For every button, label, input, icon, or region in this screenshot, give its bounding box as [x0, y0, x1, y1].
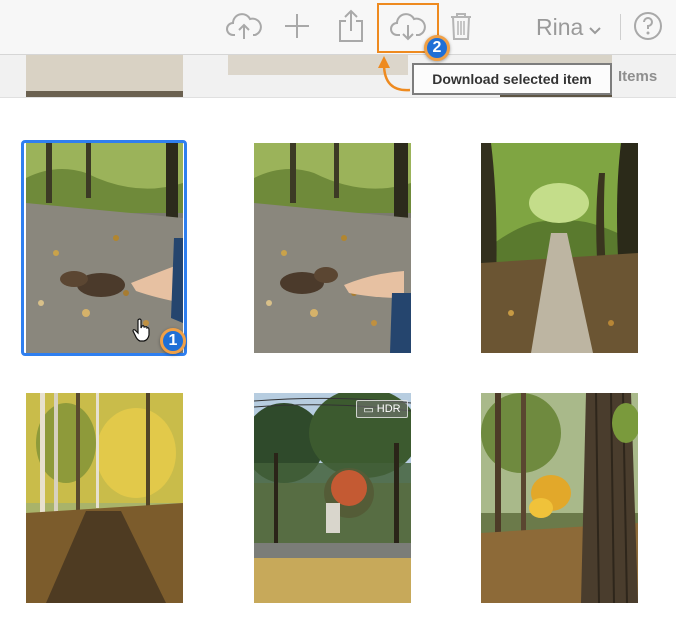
items-label: Items: [618, 68, 658, 85]
upload-cloud-icon[interactable]: [224, 6, 264, 46]
user-menu[interactable]: Rina: [536, 12, 602, 42]
step-1-badge: 1: [160, 328, 186, 354]
help-icon[interactable]: [628, 6, 668, 46]
hdr-badge: ▭ HDR: [356, 400, 408, 418]
selection-frame: [21, 140, 187, 356]
previous-row-photo-1: [26, 55, 183, 97]
share-icon[interactable]: [331, 6, 371, 46]
park-statue-photo[interactable]: [254, 393, 411, 603]
tooltip-text: Download selected item: [432, 71, 592, 87]
download-tooltip: Download selected item: [412, 63, 612, 95]
hdr-label: HDR: [376, 403, 401, 415]
step-2-badge: 2: [424, 35, 450, 61]
forest-path-photo[interactable]: [481, 143, 638, 353]
step-1-label: 1: [168, 332, 178, 349]
plus-icon[interactable]: [277, 6, 317, 46]
chevron-down-icon: [589, 14, 602, 41]
callout-arrow: [378, 56, 411, 92]
hand-cursor-icon: [132, 318, 150, 342]
squirrel-photo-2[interactable]: [254, 143, 411, 353]
step-2-label: 2: [432, 39, 442, 56]
hdr-icon: ▭: [363, 403, 374, 416]
tree-trunk-photo[interactable]: [481, 393, 638, 603]
user-name: Rina: [536, 13, 584, 40]
toolbar: Rina: [0, 0, 676, 55]
autumn-birch-photo[interactable]: [26, 393, 183, 603]
toolbar-divider: [620, 14, 621, 40]
